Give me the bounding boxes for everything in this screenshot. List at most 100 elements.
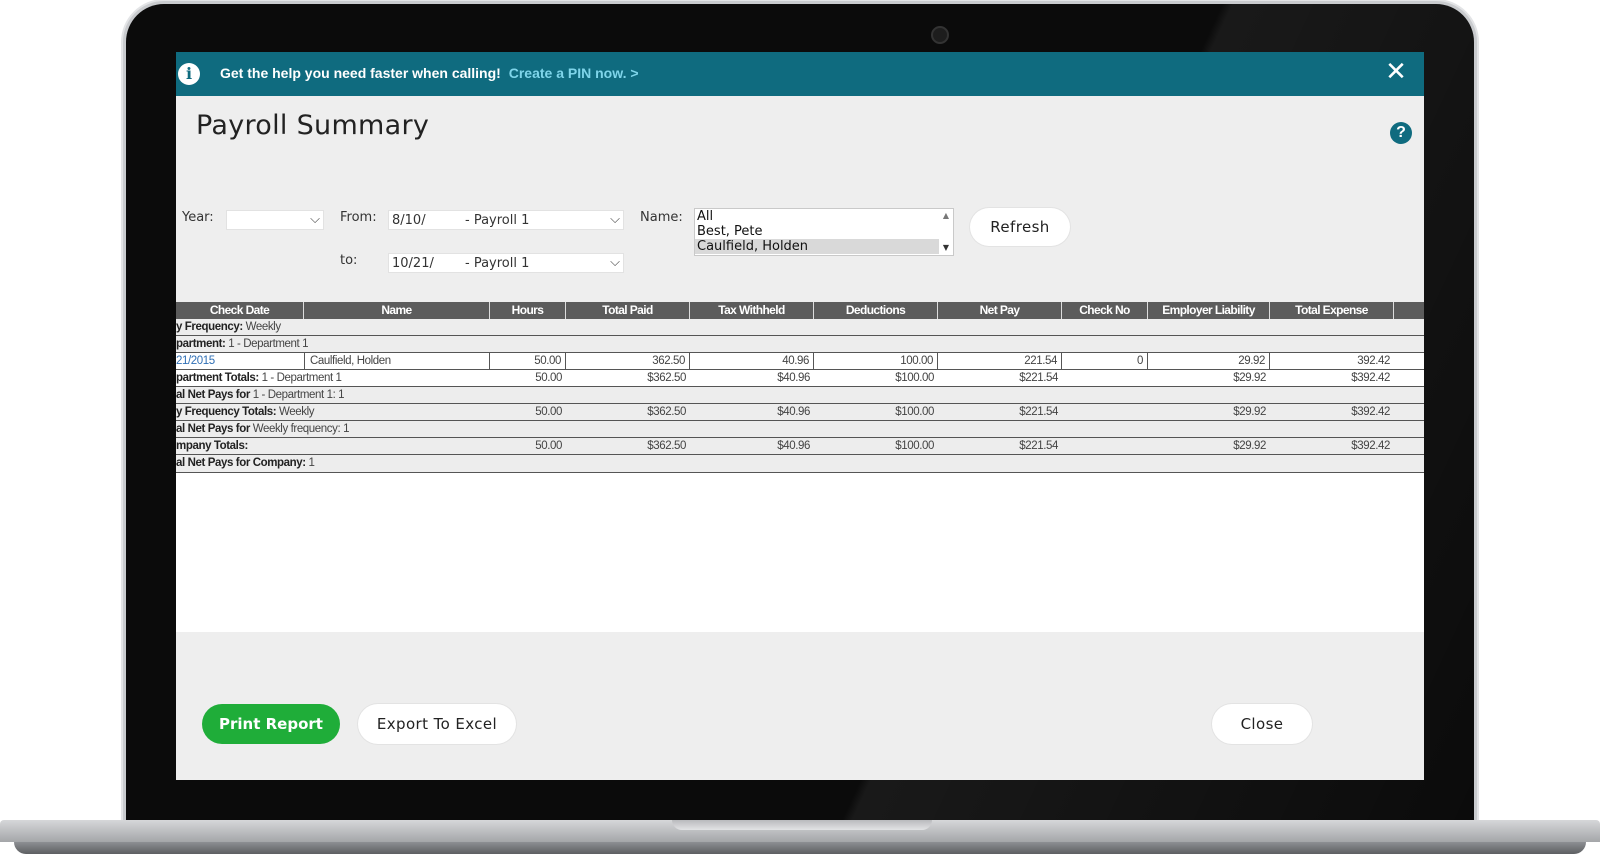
hours-total: 50.00 [535,440,562,452]
from-date: 8/10/ [392,213,426,228]
net-pays-company-label: al Net Pays for Company: [176,457,306,469]
help-icon[interactable]: ? [1390,122,1412,144]
deductions-total: $100.00 [895,406,934,418]
year-label: Year: [182,210,214,225]
tax-withheld-cell: 40.96 [690,353,814,369]
total-expense-total: $392.42 [1351,406,1390,418]
name-option[interactable]: All [695,209,953,224]
total-paid-total: $362.50 [647,406,686,418]
department-value: 1 - Department 1 [228,338,309,350]
year-select[interactable]: ⌵ [226,210,324,230]
name-label: Name: [640,210,683,225]
tax-withheld-total: $40.96 [777,372,810,384]
total-paid-total: $362.50 [647,440,686,452]
net-pays-company-value: 1 [308,457,315,469]
hours-total: 50.00 [535,406,562,418]
department-totals-value: 1 - Department 1 [261,372,342,384]
total-paid-total: $362.50 [647,372,686,384]
tax-withheld-total: $40.96 [777,406,810,418]
frequency-totals-label: y Frequency Totals: [176,406,277,418]
table-row[interactable]: 21/2015 Caulfield, Holden 50.00 362.50 4… [176,353,1424,370]
banner-text: Get the help you need faster when callin… [220,65,501,81]
department-totals-row: partment Totals: 1 - Department 1 50.00 … [176,370,1424,387]
deductions-total: $100.00 [895,372,934,384]
company-totals-label: mpany Totals: [176,440,248,452]
net-pays-frequency-label: al Net Pays for [176,423,250,435]
net-pays-frequency-row: al Net Pays for Weekly frequency: 1 [176,421,1424,438]
department-label: partment: [176,338,226,350]
col-check-date: Check Date [176,302,304,319]
col-name: Name [304,302,490,319]
deductions-cell: 100.00 [814,353,938,369]
department-totals-label: partment Totals: [176,372,259,384]
pay-frequency-label: y Frequency: [176,321,243,333]
name-option[interactable]: Best, Pete [695,224,953,239]
col-total-paid: Total Paid [566,302,690,319]
page-title: Payroll Summary [196,110,430,141]
close-icon[interactable]: ✕ [1384,59,1408,85]
total-expense-total: $392.42 [1351,440,1390,452]
report-table: Check Date Name Hours Total Paid Tax Wit… [176,302,1424,632]
total-paid-cell: 362.50 [566,353,690,369]
deductions-total: $100.00 [895,440,934,452]
pay-frequency-value: Weekly [245,321,281,333]
department-row: partment: 1 - Department 1 [176,336,1424,353]
net-pays-department-row: al Net Pays for 1 - Department 1: 1 [176,387,1424,404]
close-button[interactable]: Close [1212,704,1312,744]
col-employer-liability: Employer Liability [1148,302,1270,319]
export-to-excel-button[interactable]: Export To Excel [358,704,516,744]
chevron-down-icon: ⌵ [310,212,320,227]
net-pays-department-value: 1 - Department 1: 1 [252,389,345,401]
employer-liability-cell: 29.92 [1148,353,1270,369]
col-net-pay: Net Pay [938,302,1062,319]
check-no-cell: 0 [1062,353,1148,369]
to-payroll: - Payroll 1 [465,256,530,271]
help-banner: i Get the help you need faster when call… [176,52,1424,96]
hours-cell: 50.00 [490,353,566,369]
name-option-selected[interactable]: Caulfield, Holden [695,239,939,254]
col-tax-withheld: Tax Withheld [690,302,814,319]
net-pays-department-label: al Net Pays for [176,389,250,401]
banner-message: Get the help you need faster when callin… [220,65,639,81]
net-pay-cell: 221.54 [938,353,1062,369]
from-payroll: - Payroll 1 [465,213,530,228]
employer-liability-total: $29.92 [1233,406,1266,418]
laptop-base-notch [672,820,932,830]
create-pin-link[interactable]: Create a PIN now. > [509,65,639,81]
col-check-no: Check No [1062,302,1148,319]
chevron-down-icon: ⌵ [610,212,620,227]
payroll-summary-window: i Get the help you need faster when call… [176,52,1424,780]
col-deductions: Deductions [814,302,938,319]
net-pay-total: $221.54 [1019,440,1058,452]
footer-bar: Print Report Export To Excel Close [176,632,1424,780]
check-date-link[interactable]: 21/2015 [176,353,305,369]
col-total-expense: Total Expense [1270,302,1394,319]
tax-withheld-total: $40.96 [777,440,810,452]
name-listbox[interactable]: All Best, Pete Caulfield, Holden ▲ ▼ [694,208,954,256]
net-pay-total: $221.54 [1019,406,1058,418]
employer-liability-total: $29.92 [1233,372,1266,384]
from-select[interactable]: 8/10/ - Payroll 1 ⌵ [388,210,624,230]
net-pay-total: $221.54 [1019,372,1058,384]
total-expense-cell: 392.42 [1357,355,1390,367]
to-date: 10/21/ [392,256,434,271]
scroll-up-icon[interactable]: ▲ [939,209,953,223]
pay-frequency-row: y Frequency: Weekly [176,319,1424,336]
net-pays-frequency-value: Weekly frequency: 1 [252,423,350,435]
from-label: From: [340,210,377,225]
employer-liability-total: $29.92 [1233,440,1266,452]
scroll-down-icon[interactable]: ▼ [939,241,953,255]
net-pays-company-row: al Net Pays for Company: 1 [176,455,1424,473]
col-hours: Hours [490,302,566,319]
to-select[interactable]: 10/21/ - Payroll 1 ⌵ [388,253,624,273]
laptop-base-bottom [14,842,1586,854]
frequency-totals-row: y Frequency Totals: Weekly 50.00 $362.50… [176,404,1424,421]
print-report-button[interactable]: Print Report [202,704,340,744]
refresh-button[interactable]: Refresh [970,208,1070,246]
report-header: Check Date Name Hours Total Paid Tax Wit… [176,302,1424,319]
hours-total: 50.00 [535,372,562,384]
camera-icon [931,26,949,44]
employee-name: Caulfield, Holden [304,353,490,369]
listbox-scrollbar[interactable]: ▲ ▼ [939,209,953,255]
total-expense-total: $392.42 [1351,372,1390,384]
